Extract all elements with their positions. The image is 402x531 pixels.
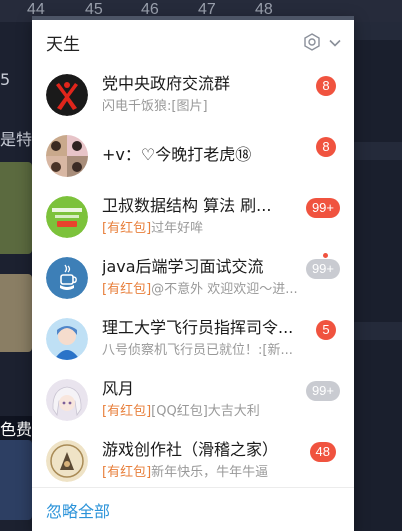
background-text: 色费	[0, 416, 32, 440]
conversation-name: 风月	[102, 378, 135, 398]
background-bar	[354, 142, 402, 160]
background-text: 是特	[0, 130, 32, 149]
conversation-item[interactable]: java后端学习面试交流 [有红包]@不意外 欢迎欢迎～进... 99+	[32, 247, 354, 308]
avatar	[46, 256, 88, 299]
background-thumbnail	[0, 162, 32, 254]
conversation-item[interactable]: 理工大学飞行员指挥司令... 八号侦察机飞行员已就位！:[新... 5	[32, 308, 354, 369]
unread-badge: 99+	[305, 198, 340, 218]
ignore-all-link[interactable]: 忽略全部	[46, 498, 110, 522]
header-controls	[302, 32, 342, 56]
background-text: 5	[0, 70, 11, 89]
unread-badge: 99+	[305, 381, 340, 401]
conversation-item[interactable]: 风月 [有红包][QQ红包]大吉大利 99+	[32, 369, 354, 430]
last-message: [有红包]新年快乐，牛年牛逼	[102, 463, 312, 483]
last-message-text: 过年好哞	[151, 220, 204, 236]
last-message: [有红包]@不意外 欢迎欢迎～进...	[102, 280, 312, 300]
conversation-name: 党中央政府交流群	[102, 73, 231, 93]
chevron-down-icon[interactable]	[328, 35, 342, 54]
avatar	[46, 195, 88, 238]
conversation-name: +v：♡今晚打老虎⑱	[102, 144, 252, 164]
avatar	[46, 317, 88, 360]
unread-badge: 99+	[305, 259, 340, 279]
popup-footer: 忽略全部	[32, 487, 354, 531]
conversation-item[interactable]: 卫叔数据结构 算法 刷... [有红包]过年好哞 99+	[32, 186, 354, 247]
red-packet-tag: [有红包]	[102, 464, 152, 480]
new-activity-dot	[323, 253, 328, 258]
red-packet-tag: [有红包]	[102, 281, 152, 297]
avatar	[46, 378, 88, 421]
last-message: [有红包][QQ红包]大吉大利	[102, 402, 312, 422]
red-packet-tag: [有红包]	[102, 403, 152, 419]
hexagon-settings-icon[interactable]	[302, 32, 322, 56]
background-bar	[354, 22, 402, 40]
red-packet-tag: [有红包]	[102, 220, 152, 236]
last-message-text: 八号侦察机飞行员已就位！:[新...	[102, 342, 293, 358]
conversation-item[interactable]: 游戏创作社（滑稽之家） [有红包]新年快乐，牛年牛逼 48	[32, 430, 354, 491]
last-message-text: [QQ红包]大吉大利	[151, 403, 260, 419]
conversation-name: 理工大学飞行员指挥司令...	[102, 317, 294, 337]
unread-messages-popup: 天生 党中央政府交流群 闪电千饭狼:[图片] 8 +v：♡今晚打老虎⑱ 8 卫叔…	[32, 16, 354, 531]
last-message: 八号侦察机飞行员已就位！:[新...	[102, 341, 312, 361]
last-message: 闪电千饭狼:[图片]	[102, 97, 312, 117]
background-left-panel: 5 是特 色费	[0, 22, 32, 531]
conversation-item[interactable]: 党中央政府交流群 闪电千饭狼:[图片] 8	[32, 64, 354, 125]
conversation-item[interactable]: +v：♡今晚打老虎⑱ 8	[32, 125, 354, 186]
avatar	[46, 439, 88, 482]
conversation-list: 党中央政府交流群 闪电千饭狼:[图片] 8 +v：♡今晚打老虎⑱ 8 卫叔数据结…	[32, 64, 354, 491]
background-thumbnail	[0, 440, 32, 520]
conversation-name: 卫叔数据结构 算法 刷...	[102, 195, 272, 215]
conversation-name: java后端学习面试交流	[102, 256, 264, 276]
last-message: [有红包]过年好哞	[102, 219, 312, 239]
last-message-text: 闪电千饭狼:[图片]	[102, 98, 208, 114]
background-thumbnail	[0, 274, 32, 352]
unread-badge: 5	[316, 320, 336, 340]
unread-badge: 8	[316, 76, 336, 96]
avatar	[46, 73, 88, 116]
background-bar	[354, 322, 402, 340]
popup-header: 天生	[32, 20, 354, 64]
conversation-name: 游戏创作社（滑稽之家）	[102, 439, 279, 459]
avatar	[46, 134, 88, 177]
popup-title: 天生	[46, 34, 80, 55]
unread-badge: 8	[316, 137, 336, 157]
unread-badge: 48	[309, 442, 336, 462]
background-right-panel	[354, 22, 402, 531]
last-message-text: @不意外 欢迎欢迎～进...	[151, 281, 298, 297]
last-message-text: 新年快乐，牛年牛逼	[151, 464, 269, 480]
